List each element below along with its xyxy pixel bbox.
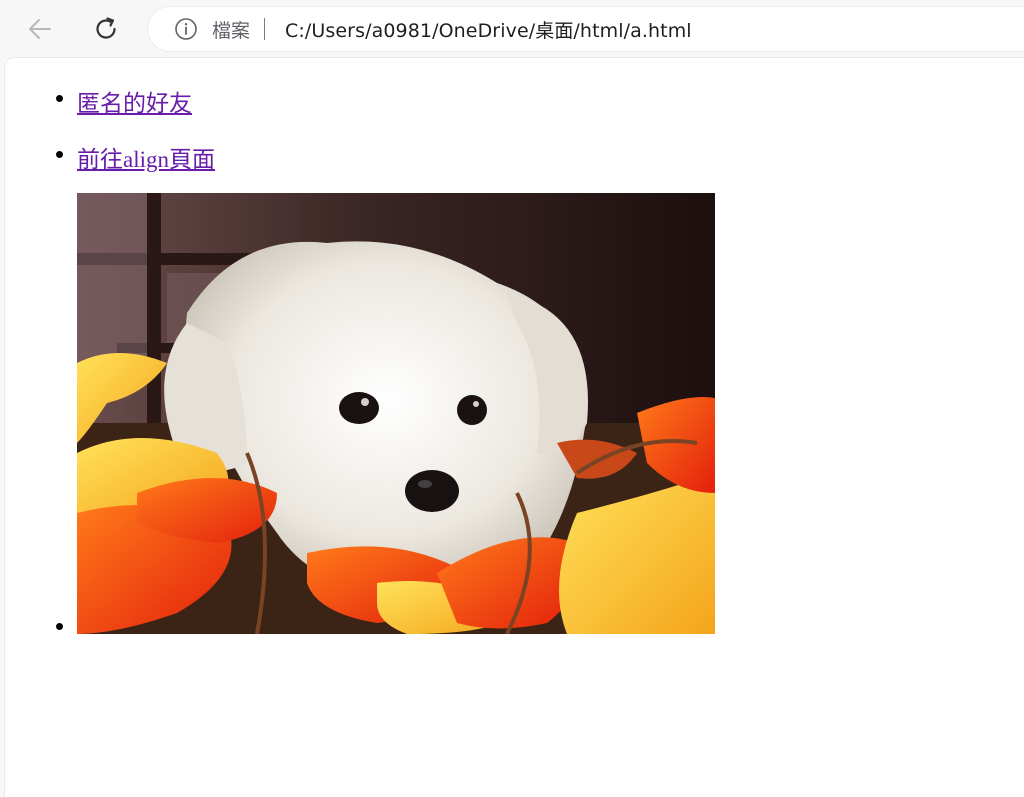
file-scheme-label: 檔案 [212,19,251,42]
link-anonymous-friend[interactable]: 匿名的好友 [77,84,192,118]
list-bullet [56,623,63,630]
back-button[interactable] [20,9,60,49]
reload-icon [96,17,116,39]
puppy-illustration [77,193,715,634]
list-bullet [56,95,63,102]
browser-toolbar: 檔案 C:/Users/a0981/OneDrive/桌面/html/a.htm… [0,0,1024,58]
address-divider [264,18,266,40]
page-viewport: 匿名的好友 前往align頁面 [5,58,1024,797]
puppy-photo [77,193,715,634]
reload-button[interactable] [86,9,126,49]
arrow-left-icon [29,19,51,39]
info-circle-icon[interactable] [174,17,198,41]
url-text[interactable]: C:/Users/a0981/OneDrive/桌面/html/a.html [285,16,692,43]
address-bar[interactable]: 檔案 C:/Users/a0981/OneDrive/桌面/html/a.htm… [148,7,1024,51]
link-align-page[interactable]: 前往align頁面 [77,140,215,174]
list-bullet [56,151,63,158]
